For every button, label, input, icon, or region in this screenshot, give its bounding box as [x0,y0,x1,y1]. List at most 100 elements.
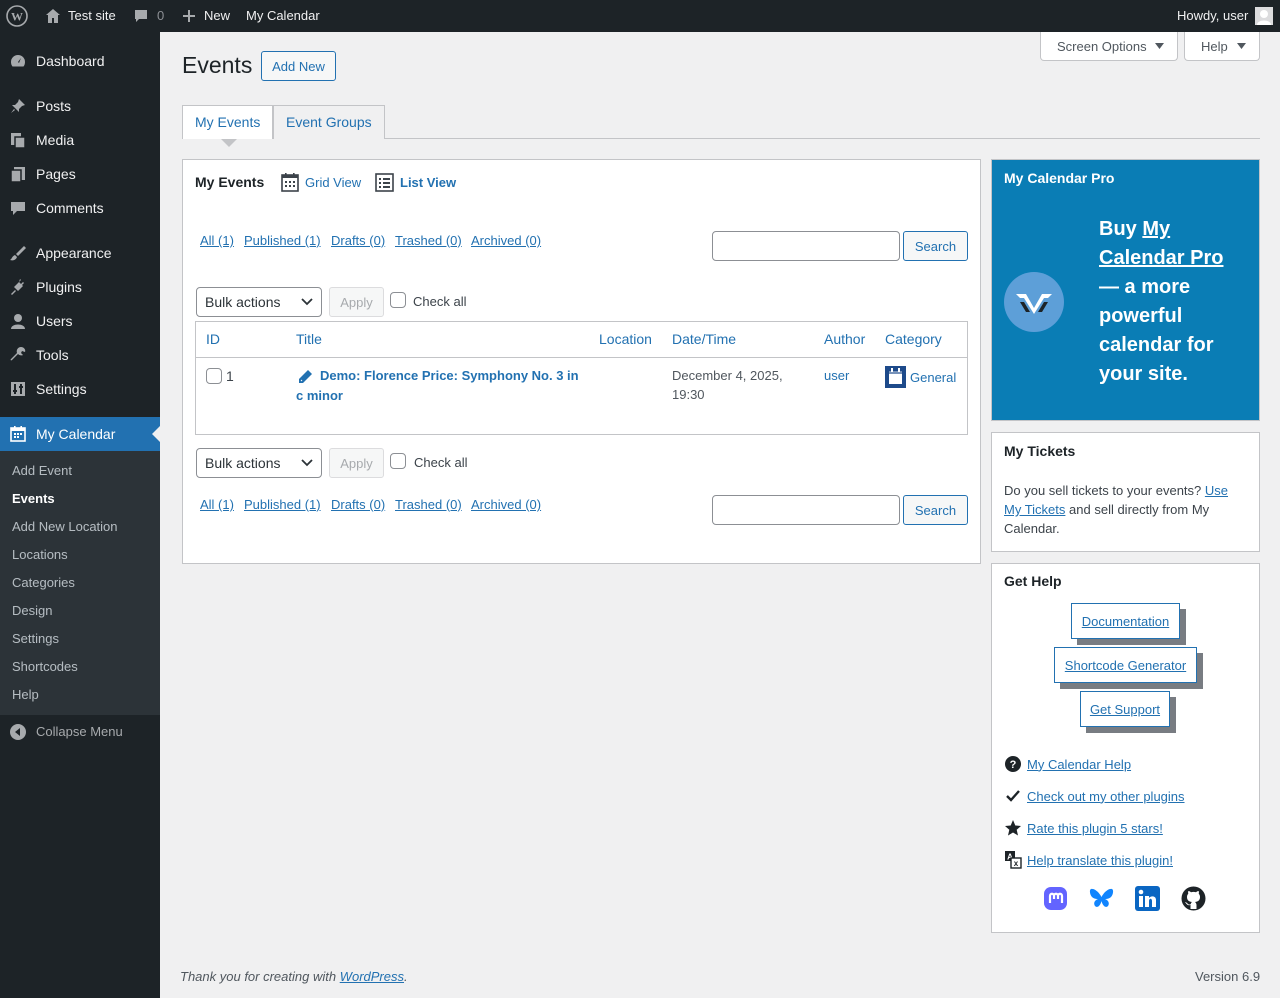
bulk-actions-value: Bulk actions [205,455,281,471]
search-input-top[interactable] [712,231,900,261]
my-calendar-bar-link[interactable]: My Calendar [246,0,320,32]
comments-link[interactable]: 0 [133,0,164,32]
column-header-title[interactable]: Title [296,331,322,347]
sidebar-item-label: Posts [36,98,72,114]
filter-trashed[interactable]: Trashed (0) [395,497,462,512]
documentation-button[interactable]: Documentation [1071,603,1180,639]
sidebar-item-users[interactable]: Users [0,304,160,338]
tab-event-groups[interactable]: Event Groups [273,105,385,139]
plug-icon [11,279,24,295]
apply-button-top[interactable]: Apply [329,287,384,317]
search-button-bottom[interactable]: Search [903,495,968,525]
pro-box-title: My Calendar Pro [1004,170,1115,186]
pencil-icon[interactable] [298,369,313,384]
column-header-datetime[interactable]: Date/Time [672,331,736,347]
wordpress-logo-icon[interactable]: W [6,0,28,32]
list-view-link[interactable]: List View [375,172,456,192]
submenu-events[interactable]: Events [12,491,55,506]
help-tab[interactable]: Help [1184,32,1260,61]
check-all-checkbox-bottom[interactable] [390,453,406,469]
submenu-help[interactable]: Help [12,687,39,702]
submenu-design[interactable]: Design [12,603,52,618]
tab-my-events-label: My Events [195,114,261,130]
get-support-button[interactable]: Get Support [1080,691,1170,727]
sidebar-item-tools[interactable]: Tools [0,338,160,372]
column-header-id[interactable]: ID [206,331,220,347]
rate-plugin-link[interactable]: Rate this plugin 5 stars! [1027,821,1163,836]
sidebar-item-appearance[interactable]: Appearance [0,236,160,270]
pro-text-line: — a more [1099,276,1191,298]
column-header-location[interactable]: Location [599,331,652,347]
filter-published[interactable]: Published (1) [244,233,321,248]
row-title-link-cont[interactable]: c minor [296,388,343,403]
pro-buy-link[interactable]: My [1142,218,1170,240]
sidebar-item-settings[interactable]: Settings [0,372,160,406]
row-title-link[interactable]: Demo: Florence Price: Symphony No. 3 in [320,368,579,383]
footer-thanks-text: Thank you for creating with [180,969,337,984]
tab-my-events[interactable]: My Events [182,105,273,139]
check-all-label-top: Check all [413,294,467,309]
row-checkbox[interactable] [206,368,222,384]
filter-drafts[interactable]: Drafts (0) [331,497,385,512]
comment-icon [11,202,25,215]
new-content-link[interactable]: New [182,0,230,32]
mastodon-icon[interactable] [1043,886,1068,911]
filter-archived[interactable]: Archived (0) [471,497,541,512]
bluesky-icon[interactable] [1089,887,1114,910]
use-my-tickets-link[interactable]: Use [1205,483,1228,498]
row-author-link[interactable]: user [824,368,849,383]
bulk-actions-select-bottom[interactable]: Bulk actions [196,448,322,478]
site-name-link[interactable]: Test site [44,0,116,32]
sidebar-item-posts[interactable]: Posts [0,89,160,123]
page-title: Events [182,52,253,78]
bulk-actions-select-top[interactable]: Bulk actions [196,287,322,317]
pro-text-line: calendar for [1099,334,1214,356]
column-header-category[interactable]: Category [885,331,942,347]
sidebar-item-label: Tools [36,347,69,363]
search-input-bottom[interactable] [712,495,900,525]
submenu-categories[interactable]: Categories [12,575,75,590]
submenu-locations[interactable]: Locations [12,547,68,562]
use-my-tickets-link-cont[interactable]: My Tickets [1004,502,1065,517]
submenu-add-event[interactable]: Add Event [12,463,72,478]
filter-all[interactable]: All (1) [200,497,234,512]
sidebar-item-plugins[interactable]: Plugins [0,270,160,304]
grid-view-link[interactable]: Grid View [281,172,361,192]
column-header-author[interactable]: Author [824,331,865,347]
sidebar-item-comments[interactable]: Comments [0,191,160,225]
sidebar-item-dashboard[interactable]: Dashboard [0,44,160,78]
filter-trashed[interactable]: Trashed (0) [395,233,462,248]
filter-archived[interactable]: Archived (0) [471,233,541,248]
sidebar-item-pages[interactable]: Pages [0,157,160,191]
sidebar-item-my-calendar[interactable]: My Calendar [0,417,160,451]
shortcode-generator-button[interactable]: Shortcode Generator [1054,647,1197,683]
star-icon [1005,820,1021,836]
github-icon[interactable] [1181,886,1206,911]
translate-plugin-link[interactable]: Help translate this plugin! [1027,853,1173,868]
check-all-checkbox-top[interactable] [390,292,406,308]
submenu-shortcodes[interactable]: Shortcodes [12,659,78,674]
other-plugins-link[interactable]: Check out my other plugins [1027,789,1185,804]
sidebar-item-media[interactable]: Media [0,123,160,157]
linkedin-icon[interactable] [1135,886,1160,911]
row-category-link[interactable]: General [910,370,956,385]
submenu-settings[interactable]: Settings [12,631,59,646]
filter-drafts[interactable]: Drafts (0) [331,233,385,248]
submenu-add-new-location[interactable]: Add New Location [12,519,118,534]
pro-buy-link-cont[interactable]: Calendar Pro [1099,247,1223,269]
help-link-row: ? My Calendar Help [1004,754,1131,774]
search-button-top[interactable]: Search [903,231,968,261]
filter-all[interactable]: All (1) [200,233,234,248]
add-new-button[interactable]: Add New [261,51,336,81]
my-calendar-help-link[interactable]: My Calendar Help [1027,757,1131,772]
site-name: Test site [68,8,116,23]
collapse-menu-button[interactable]: Collapse Menu [0,722,160,746]
caret-down-icon [1236,43,1246,49]
filter-published[interactable]: Published (1) [244,497,321,512]
wordpress-link[interactable]: WordPress [340,969,404,984]
help-link-row: Rate this plugin 5 stars! [1004,818,1163,838]
account-menu[interactable]: Howdy, user [1177,0,1274,32]
apply-button-bottom[interactable]: Apply [329,448,384,478]
admin-bar: W Test site 0 New My Calendar Howdy, use… [0,0,1280,32]
screen-options-tab[interactable]: Screen Options [1040,32,1178,61]
